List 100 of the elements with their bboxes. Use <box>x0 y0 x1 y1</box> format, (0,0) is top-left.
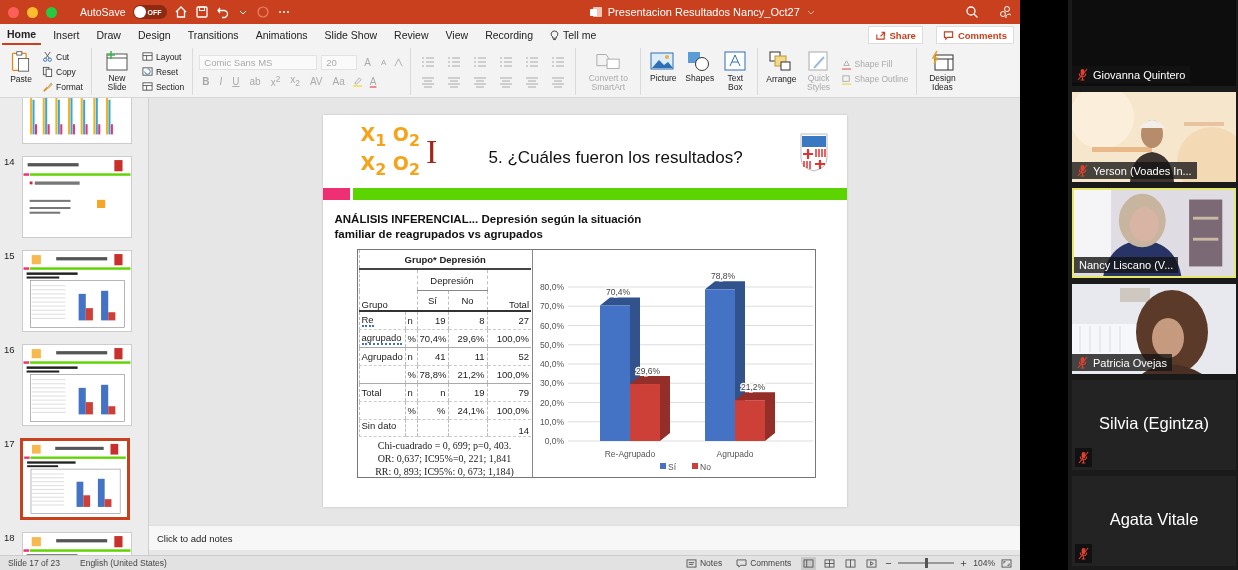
highlighter-icon[interactable] <box>351 75 363 87</box>
ribbon-tab[interactable]: Animations <box>250 25 313 45</box>
layout-icon <box>141 66 153 77</box>
axis-label: 60,0% <box>539 320 564 331</box>
axis-label: 70,0% <box>539 301 564 312</box>
slide-title: 5. ¿Cuáles fueron los resultados? <box>487 147 744 168</box>
zoom-slider-thumb[interactable] <box>925 558 929 568</box>
fit-slide-icon[interactable] <box>1001 558 1012 568</box>
home-icon[interactable] <box>173 5 188 19</box>
statistics-note: RR: 0, 893; IC95%: 0, 673; 1,184) <box>375 465 514 478</box>
layout-icon <box>141 81 153 92</box>
insert-button[interactable]: Shapes <box>683 48 716 95</box>
axis-label: 20,0% <box>539 397 564 408</box>
paste-button[interactable]: Paste <box>6 48 36 95</box>
category-label: Agrupado <box>716 449 753 459</box>
redo-icon[interactable] <box>255 5 270 19</box>
close-button[interactable] <box>8 6 19 18</box>
participant-tile[interactable]: Silvia (Egintza) <box>1072 380 1236 470</box>
undo-icon[interactable] <box>215 5 230 19</box>
table-cell: 27 <box>518 315 529 326</box>
participant-tile[interactable]: Yerson (Voades In... <box>1072 92 1236 182</box>
ribbon-tab[interactable]: Recording <box>480 25 538 45</box>
slide-layout-button[interactable]: Layout <box>139 49 187 64</box>
table-cell: % <box>407 369 416 380</box>
accent-bar <box>322 188 350 200</box>
participant-tile[interactable]: Patricia Ovejas <box>1072 284 1236 374</box>
slide-thumbnail[interactable] <box>20 438 130 520</box>
design-ideas-button[interactable]: Design Ideas <box>923 48 962 95</box>
column-header: Total <box>487 269 531 311</box>
table-cell: 21,2% <box>457 369 485 380</box>
slide-number: 17 <box>3 438 16 449</box>
ribbon-tab[interactable]: Home <box>2 25 42 45</box>
participant-tile[interactable]: Agata Vitale <box>1072 476 1236 566</box>
picture-icon <box>650 49 677 72</box>
axis-label: 10,0% <box>539 416 564 427</box>
table-cell: % <box>437 405 446 416</box>
ribbon-tab[interactable]: Transitions <box>182 25 244 45</box>
participant-tile[interactable]: Nancy Liscano (V... <box>1072 188 1236 278</box>
view-button[interactable] <box>822 556 838 570</box>
legend-label: No <box>699 462 711 472</box>
new-slide-button[interactable]: New Slide <box>97 48 136 95</box>
view-button[interactable] <box>843 556 859 570</box>
ribbon-tab[interactable]: Draw <box>91 25 126 45</box>
clipboard-button[interactable]: Cut <box>40 49 85 64</box>
ribbon-tab[interactable]: View <box>440 25 474 45</box>
search-icon[interactable] <box>965 5 979 19</box>
minimize-button[interactable] <box>27 6 38 18</box>
ribbon-tab[interactable]: Insert <box>48 25 85 45</box>
account-icon[interactable] <box>998 5 1012 19</box>
lightbulb-icon <box>550 29 559 41</box>
clipboard-button[interactable]: Copy <box>40 64 85 79</box>
comments-button[interactable]: Comments <box>935 26 1014 44</box>
ribbon-tab[interactable]: Design <box>132 25 176 45</box>
window-title: Presentacion Resultados Nancy_Oct27 <box>607 6 800 18</box>
language-label[interactable]: English (United States) <box>80 558 167 568</box>
table-cell: 8 <box>479 315 485 326</box>
table-cell: 100,0% <box>496 333 529 344</box>
statistics-note: Chi-cuadrado = 0, 699; p=0, 403. <box>377 439 512 452</box>
slide-layout-button[interactable]: Reset <box>139 64 187 79</box>
brush-icon <box>42 81 53 92</box>
layout-icon <box>141 51 153 62</box>
table-cell: 19 <box>434 315 446 326</box>
axis-label: 30,0% <box>539 378 564 389</box>
save-icon[interactable] <box>194 5 209 19</box>
view-button[interactable] <box>801 556 817 570</box>
notes-button[interactable]: Notes <box>681 558 727 568</box>
maximize-button[interactable] <box>46 6 57 18</box>
ribbon-tab[interactable]: Review <box>389 25 434 45</box>
column-header: Sí <box>417 290 448 311</box>
row-label: agrupado <box>361 332 402 345</box>
zoom-level[interactable]: 104% <box>973 558 995 568</box>
slide-number: 14 <box>3 156 16 167</box>
table-cell: 24,1% <box>457 405 485 416</box>
view-button[interactable] <box>864 556 880 570</box>
zoom-in-icon[interactable] <box>960 559 968 567</box>
slide-number: 15 <box>3 250 16 261</box>
participant-tile[interactable]: Giovanna Quintero <box>1072 0 1236 86</box>
slide-counter: Slide 17 of 23 <box>8 558 60 568</box>
insert-button[interactable]: Text Box <box>719 48 752 95</box>
share-button[interactable]: Share <box>867 26 923 44</box>
row-label: Total <box>361 387 382 398</box>
notes-field[interactable]: Click to add notes <box>155 531 459 545</box>
statistics-note: OR: 0,637; IC95%=0, 221; 1,841 <box>377 452 512 465</box>
clipboard-button[interactable]: Format <box>40 79 85 94</box>
insert-button[interactable]: Picture <box>647 48 680 95</box>
design-ideas-icon <box>929 49 956 72</box>
scissors-icon <box>42 51 53 62</box>
presentation-file-icon <box>588 5 603 19</box>
arrange-button[interactable]: Arrange <box>764 48 799 95</box>
notes-icon <box>685 558 697 568</box>
table-title: Grupo* Depresión <box>359 250 531 269</box>
comments-button[interactable]: Comments <box>732 558 796 568</box>
table-cell: % <box>407 333 416 344</box>
slide-layout-button[interactable]: Section <box>139 79 187 94</box>
table-cell: 14 <box>518 425 529 436</box>
ribbon-tab[interactable]: Slide Show <box>319 25 383 45</box>
text-box-icon <box>722 49 749 72</box>
column-header: Depresión <box>417 269 487 291</box>
tell-me-button[interactable]: Tell me <box>545 25 602 45</box>
axis-label: 50,0% <box>539 339 564 350</box>
